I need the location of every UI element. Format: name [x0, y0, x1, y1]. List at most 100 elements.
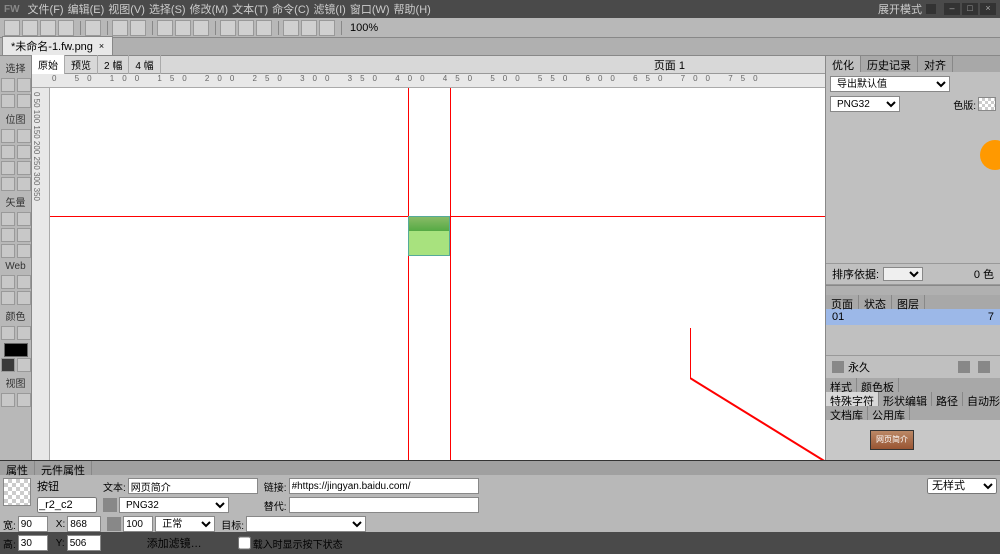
view-tab-2up[interactable]: 2 幅	[98, 55, 129, 74]
wand-tool-icon[interactable]	[1, 145, 15, 159]
tab-special[interactable]: 特殊字符	[826, 392, 879, 406]
hide-tool-icon[interactable]	[1, 291, 15, 305]
sort-select[interactable]	[883, 267, 923, 281]
stamp-tool-icon[interactable]	[17, 177, 31, 191]
tool-new-icon[interactable]	[4, 20, 20, 36]
opacity-icon[interactable]	[107, 517, 121, 531]
tab-path[interactable]: 路径	[932, 392, 963, 406]
expand-mode-label[interactable]: 展开模式	[878, 1, 922, 17]
menu-text[interactable]: 文本(T)	[232, 1, 268, 17]
eraser-tool-icon[interactable]	[17, 161, 31, 175]
tool-cut-icon[interactable]	[157, 20, 173, 36]
knife-tool-icon[interactable]	[17, 244, 31, 258]
chevron-down-icon[interactable]	[926, 4, 936, 14]
zoom-level[interactable]: 100%	[350, 22, 378, 34]
tab-swatch[interactable]: 颜色板	[857, 378, 899, 392]
library-item-thumb[interactable]: 网页简介	[870, 430, 914, 450]
tool-print-icon[interactable]	[85, 20, 101, 36]
tool-import-icon[interactable]	[58, 20, 74, 36]
view-tab-preview[interactable]: 预览	[65, 55, 98, 74]
link-input[interactable]	[289, 478, 479, 494]
menu-filters[interactable]: 滤镜(I)	[313, 1, 345, 17]
menu-modify[interactable]: 修改(M)	[190, 1, 229, 17]
minimize-button[interactable]: –	[944, 3, 960, 15]
stroke-fill-swatch[interactable]	[4, 343, 28, 357]
menu-edit[interactable]: 编辑(E)	[68, 1, 105, 17]
blend-select[interactable]: 正常	[155, 516, 215, 532]
marquee-tool-icon[interactable]	[1, 129, 15, 143]
tab-history[interactable]: 历史记录	[861, 56, 918, 72]
tool-f-icon[interactable]	[319, 20, 335, 36]
format-select[interactable]: PNG32	[830, 96, 900, 112]
button-symbol-instance[interactable]	[408, 216, 450, 256]
maximize-button[interactable]: □	[962, 3, 978, 15]
style-select[interactable]: 无样式	[927, 478, 997, 494]
tool-a-icon[interactable]	[220, 20, 236, 36]
pencil-tool-icon[interactable]	[1, 161, 15, 175]
pen-tool-icon[interactable]	[17, 212, 31, 226]
bucket-tool-icon[interactable]	[17, 326, 31, 340]
page-row[interactable]: 01 7	[826, 309, 1000, 325]
tool-copy-icon[interactable]	[175, 20, 191, 36]
guide-vertical-1[interactable]	[408, 88, 409, 460]
tab-symbol-props[interactable]: 元件属性	[35, 461, 92, 475]
eyedrop-tool-icon[interactable]	[1, 326, 15, 340]
tab-optimize[interactable]: 优化	[826, 56, 861, 72]
tool-open-icon[interactable]	[22, 20, 38, 36]
menu-help[interactable]: 帮助(H)	[394, 1, 431, 17]
tab-common[interactable]: 公用库	[868, 406, 910, 420]
swap-colors-icon[interactable]	[17, 358, 31, 372]
y-input[interactable]	[67, 535, 101, 551]
target-select[interactable]	[246, 516, 366, 532]
text-input[interactable]	[128, 478, 258, 494]
tool-save-icon[interactable]	[40, 20, 56, 36]
opacity-input[interactable]	[123, 516, 153, 532]
guide-vertical-2[interactable]	[450, 88, 451, 460]
tab-styles[interactable]: 样式	[826, 378, 857, 392]
trash-icon[interactable]	[978, 361, 990, 373]
tab-align[interactable]: 对齐	[918, 56, 953, 72]
page-label[interactable]: 页面 1	[654, 57, 685, 73]
instance-name-input[interactable]	[37, 497, 97, 513]
alt-input[interactable]	[289, 497, 479, 513]
tab-shape[interactable]: 形状编辑	[879, 392, 932, 406]
tab-pages[interactable]: 页面	[826, 295, 859, 309]
tab-properties[interactable]: 属性	[0, 461, 35, 475]
tool-redo-icon[interactable]	[130, 20, 146, 36]
tab-close-icon[interactable]: ×	[99, 41, 104, 51]
line-tool-icon[interactable]	[1, 212, 15, 226]
menu-window[interactable]: 窗口(W)	[350, 1, 390, 17]
menu-view[interactable]: 视图(V)	[108, 1, 145, 17]
default-colors-icon[interactable]	[1, 358, 15, 372]
scale-tool-icon[interactable]	[1, 94, 15, 108]
tool-e-icon[interactable]	[301, 20, 317, 36]
rect-tool-icon[interactable]	[1, 228, 15, 242]
view-tab-original[interactable]: 原始	[32, 55, 65, 74]
brush-tool-icon[interactable]	[17, 145, 31, 159]
show-down-checkbox[interactable]	[238, 535, 251, 551]
export-preset-select[interactable]: 导出默认值	[830, 76, 950, 92]
blur-tool-icon[interactable]	[1, 177, 15, 191]
tab-autoshape[interactable]: 自动形状	[963, 392, 1000, 406]
export-format-select[interactable]: PNG32	[119, 497, 229, 513]
matte-swatch[interactable]	[978, 97, 996, 111]
document-tab[interactable]: *未命名-1.fw.png ×	[2, 36, 113, 55]
crop-tool-icon[interactable]	[17, 94, 31, 108]
zoom-tool-icon[interactable]	[17, 393, 31, 407]
lasso-tool-icon[interactable]	[17, 129, 31, 143]
hotspot-tool-icon[interactable]	[1, 275, 15, 289]
menu-commands[interactable]: 命令(C)	[272, 1, 309, 17]
tab-states[interactable]: 状态	[859, 295, 892, 309]
view-tab-4up[interactable]: 4 幅	[129, 55, 160, 74]
new-icon[interactable]	[958, 361, 970, 373]
tab-doclib[interactable]: 文档库	[826, 406, 868, 420]
x-input[interactable]	[67, 516, 101, 532]
hand-tool-icon[interactable]	[1, 393, 15, 407]
freeform-tool-icon[interactable]	[1, 244, 15, 258]
pointer-tool-icon[interactable]	[1, 78, 15, 92]
gif-icon[interactable]	[103, 498, 117, 512]
menu-file[interactable]: 文件(F)	[28, 1, 64, 17]
tool-undo-icon[interactable]	[112, 20, 128, 36]
subselect-tool-icon[interactable]	[17, 78, 31, 92]
text-tool-icon[interactable]	[17, 228, 31, 242]
